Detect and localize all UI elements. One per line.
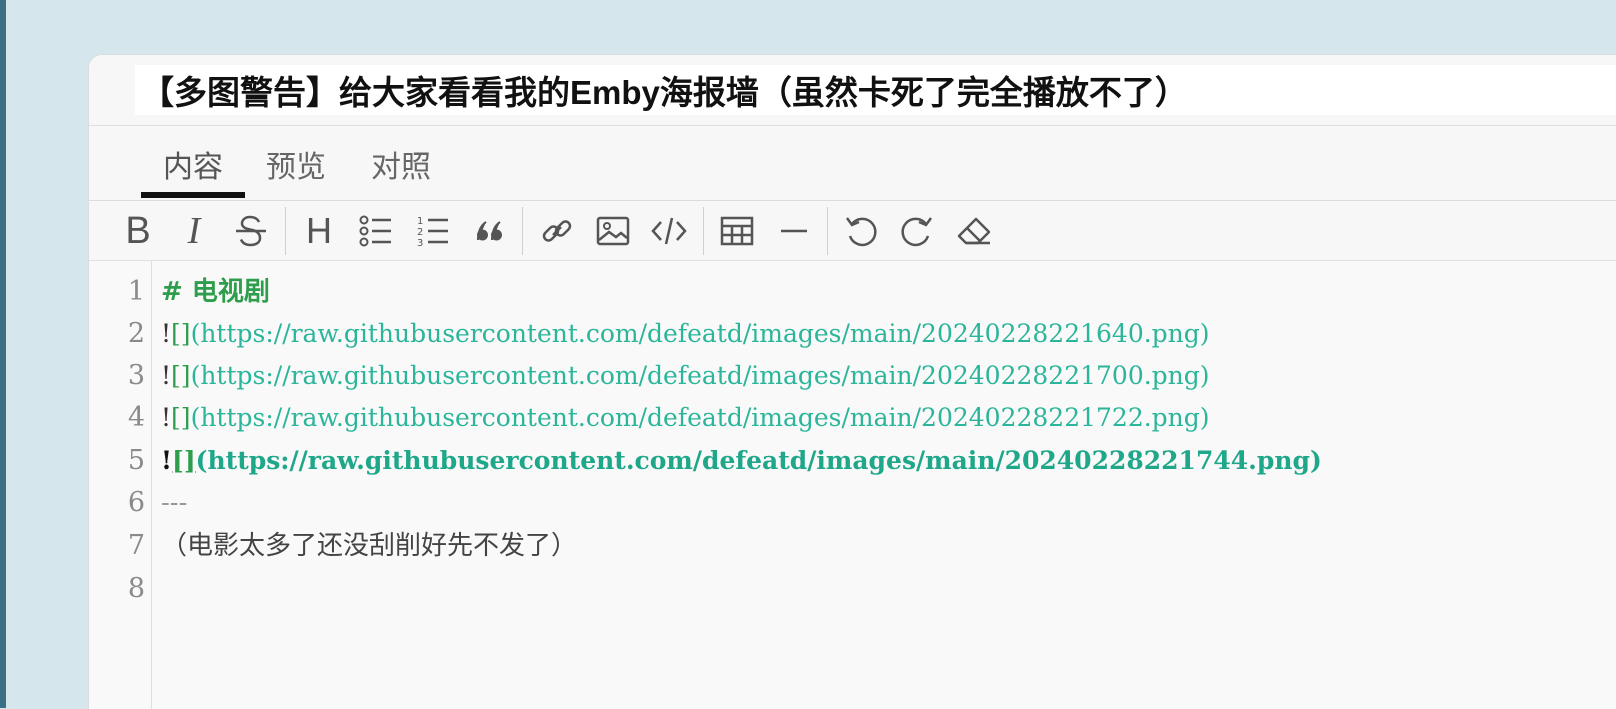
line-number-gutter: 1 2 3 4 5 6 7 8	[89, 261, 152, 709]
code-icon	[651, 217, 687, 245]
heading-icon: H	[306, 210, 332, 251]
line-number: 4	[127, 402, 145, 433]
line-number: 2	[127, 318, 145, 349]
horizontal-rule-button[interactable]	[772, 209, 816, 253]
toolbar-divider	[522, 207, 523, 255]
redo-icon	[901, 217, 933, 247]
numbered-list-icon: 1 2 3	[417, 216, 448, 248]
title-bar: 【多图警告】给大家看看我的Emby海报墙（虽然卡死了完全播放不了）	[89, 55, 1616, 126]
image-alt-brackets: []	[171, 319, 191, 348]
table-icon	[720, 216, 754, 246]
code-button[interactable]	[647, 209, 691, 253]
editor-line[interactable]: ![](https://raw.githubusercontent.com/de…	[161, 313, 1210, 355]
image-url: (https://raw.githubusercontent.com/defea…	[190, 361, 1210, 390]
editor-line-heading[interactable]: # 电视剧	[161, 271, 270, 313]
table-button[interactable]	[715, 209, 759, 253]
svg-text:1: 1	[417, 216, 423, 227]
image-alt-brackets: []	[171, 361, 191, 390]
editor-panel: 【多图警告】给大家看看我的Emby海报墙（虽然卡死了完全播放不了） 内容 预览 …	[88, 54, 1616, 709]
eraser-icon	[957, 217, 991, 245]
editor-line-empty[interactable]	[161, 568, 1461, 610]
image-bang: !	[161, 361, 172, 390]
tab-content[interactable]: 内容	[163, 142, 223, 186]
title-input[interactable]: 【多图警告】给大家看看我的Emby海报墙（虽然卡死了完全播放不了）	[135, 65, 1616, 115]
line-number: 8	[127, 573, 145, 604]
bullet-list-icon	[359, 215, 391, 247]
undo-icon	[845, 217, 877, 247]
line-number: 1	[127, 276, 145, 307]
image-button[interactable]	[591, 209, 635, 253]
image-bang: !	[161, 403, 172, 432]
bold-icon: B	[125, 209, 151, 252]
line-number: 7	[127, 530, 145, 561]
markdown-editor[interactable]: 1 2 3 4 5 6 7 8 # 电视剧 ![](https://raw.gi…	[89, 261, 1616, 709]
horizontal-rule-icon	[781, 229, 807, 233]
image-url: (https://raw.githubusercontent.com/defea…	[190, 319, 1210, 348]
link-button[interactable]	[535, 209, 579, 253]
active-tab-indicator	[141, 192, 245, 198]
image-alt-brackets: []	[171, 446, 196, 475]
tab-compare[interactable]: 对照	[371, 142, 431, 186]
italic-icon: I	[187, 210, 201, 252]
editor-line-text[interactable]: （电影太多了还没刮削好先不发了）	[161, 525, 577, 567]
line-number: 5	[127, 445, 145, 476]
editor-line-hr[interactable]: ---	[161, 482, 187, 524]
strikethrough-icon	[236, 215, 266, 247]
toolbar-divider	[285, 207, 286, 255]
clear-format-button[interactable]	[952, 209, 996, 253]
editor-line[interactable]: ![](https://raw.githubusercontent.com/de…	[161, 355, 1210, 397]
numbered-list-button[interactable]: 1 2 3	[411, 209, 455, 253]
tab-bar: 内容 预览 对照	[89, 126, 1616, 201]
image-bang: !	[161, 446, 172, 475]
image-icon	[596, 216, 630, 246]
heading-button[interactable]: H	[297, 209, 341, 253]
editor-line[interactable]: ![](https://raw.githubusercontent.com/de…	[161, 397, 1210, 439]
toolbar-divider	[827, 207, 828, 255]
line-number: 3	[127, 360, 145, 391]
toolbar-divider	[703, 207, 704, 255]
link-icon	[542, 220, 572, 242]
strikethrough-button[interactable]	[229, 209, 273, 253]
image-bang: !	[161, 319, 172, 348]
editor-line-current[interactable]: ![](https://raw.githubusercontent.com/de…	[161, 440, 1322, 482]
quote-button[interactable]	[468, 209, 512, 253]
line-number: 6	[127, 487, 145, 518]
quote-icon	[476, 221, 502, 241]
tab-preview[interactable]: 预览	[266, 142, 326, 186]
bullet-list-button[interactable]	[354, 209, 398, 253]
markdown-toolbar: B I H 1 2 3	[89, 201, 1616, 261]
svg-text:2: 2	[417, 227, 423, 238]
svg-text:3: 3	[417, 238, 423, 248]
italic-button[interactable]: I	[172, 209, 216, 253]
image-alt-brackets: []	[171, 403, 191, 432]
image-url: (https://raw.githubusercontent.com/defea…	[190, 403, 1210, 432]
redo-button[interactable]	[895, 209, 939, 253]
bold-button[interactable]: B	[116, 209, 160, 253]
undo-button[interactable]	[839, 209, 883, 253]
image-url: (https://raw.githubusercontent.com/defea…	[195, 446, 1322, 475]
window-left-edge	[0, 0, 6, 708]
